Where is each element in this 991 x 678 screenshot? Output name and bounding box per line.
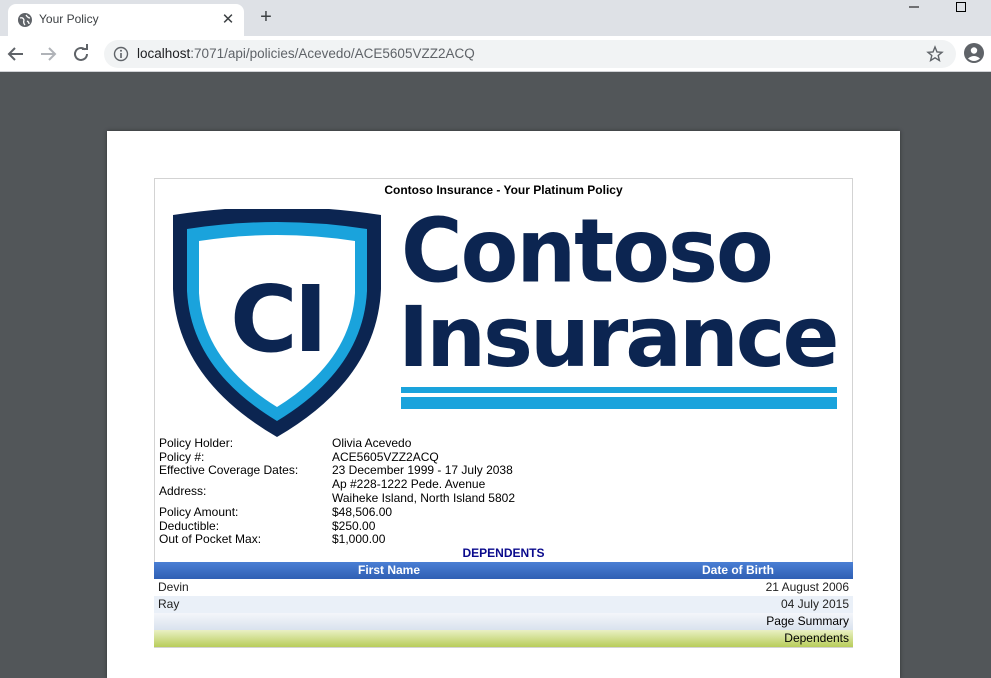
dependents-footer-row: Dependents <box>154 630 853 647</box>
plus-icon[interactable]: + <box>255 6 277 28</box>
field-label: Policy Amount: <box>159 505 239 519</box>
forward-icon[interactable] <box>36 42 60 66</box>
url-text: localhost:7071/api/policies/Acevedo/ACE5… <box>137 46 475 61</box>
field-value: $250.00 <box>332 519 376 533</box>
field-value: $48,506.00 <box>332 505 393 519</box>
logo-word-insurance: Insurance <box>398 288 840 386</box>
field-label: Out of Pocket Max: <box>159 532 262 546</box>
logo-underline-thick <box>401 397 837 409</box>
table-row: Ray 04 July 2015 <box>154 596 853 613</box>
url-host: localhost <box>137 46 191 61</box>
field-label: Address: <box>159 484 207 498</box>
pdf-page: Contoso Insurance - Your Platinum Policy… <box>107 131 900 678</box>
dependents-footer-label: Dependents <box>784 631 849 645</box>
cell-first-name: Ray <box>158 597 180 611</box>
report-title: Contoso Insurance - Your Platinum Policy <box>384 183 623 197</box>
url-path: :7071/api/policies/Acevedo/ACE5605VZZ2AC… <box>190 46 475 61</box>
field-label: Policy Holder: <box>159 436 234 450</box>
star-icon[interactable] <box>926 45 944 63</box>
column-header-date-of-birth: Date of Birth <box>702 563 774 577</box>
logo-underline-thin <box>401 387 837 393</box>
tab-title: Your Policy <box>39 12 99 26</box>
dependents-title: DEPENDENTS <box>462 546 545 560</box>
back-icon[interactable] <box>4 42 28 66</box>
close-icon[interactable]: ✕ <box>219 11 237 29</box>
policy-report: Contoso Insurance - Your Platinum Policy… <box>154 178 853 648</box>
field-label: Effective Coverage Dates: <box>159 463 299 477</box>
minimize-icon[interactable] <box>905 0 923 18</box>
info-icon[interactable] <box>113 46 129 62</box>
field-value: Waiheke Island, North Island 5802 <box>332 491 515 505</box>
address-bar[interactable]: localhost:7071/api/policies/Acevedo/ACE5… <box>104 40 956 68</box>
field-label: Policy #: <box>159 450 205 464</box>
tab-your-policy[interactable]: Your Policy ✕ <box>8 4 244 36</box>
tab-strip: Your Policy ✕ + <box>0 0 991 36</box>
page-summary-row: Page Summary <box>154 613 853 630</box>
column-header-first-name: First Name <box>358 563 421 577</box>
globe-icon <box>18 13 32 27</box>
shield-logo-icon: CI <box>173 209 381 437</box>
cell-first-name: Devin <box>158 580 189 594</box>
reload-icon[interactable] <box>69 42 93 66</box>
logo-word-contoso: Contoso <box>401 199 774 303</box>
table-header: First Name Date of Birth <box>154 562 853 579</box>
maximize-icon[interactable] <box>953 0 971 18</box>
field-label: Deductible: <box>159 519 220 533</box>
browser-toolbar: localhost:7071/api/policies/Acevedo/ACE5… <box>0 36 991 72</box>
field-value: 23 December 1999 - 17 July 2038 <box>332 463 513 477</box>
profile-icon[interactable] <box>963 42 985 64</box>
logo-initials: CI <box>230 266 324 373</box>
field-value: Ap #228-1222 Pede. Avenue <box>332 477 486 491</box>
cell-date-of-birth: 04 July 2015 <box>780 597 849 611</box>
field-value: ACE5605VZZ2ACQ <box>332 450 439 464</box>
table-row: Devin 21 August 2006 <box>154 579 853 596</box>
cell-date-of-birth: 21 August 2006 <box>765 580 849 594</box>
field-value: $1,000.00 <box>332 532 386 546</box>
field-value: Olivia Acevedo <box>332 436 412 450</box>
page-summary-label: Page Summary <box>766 614 849 628</box>
